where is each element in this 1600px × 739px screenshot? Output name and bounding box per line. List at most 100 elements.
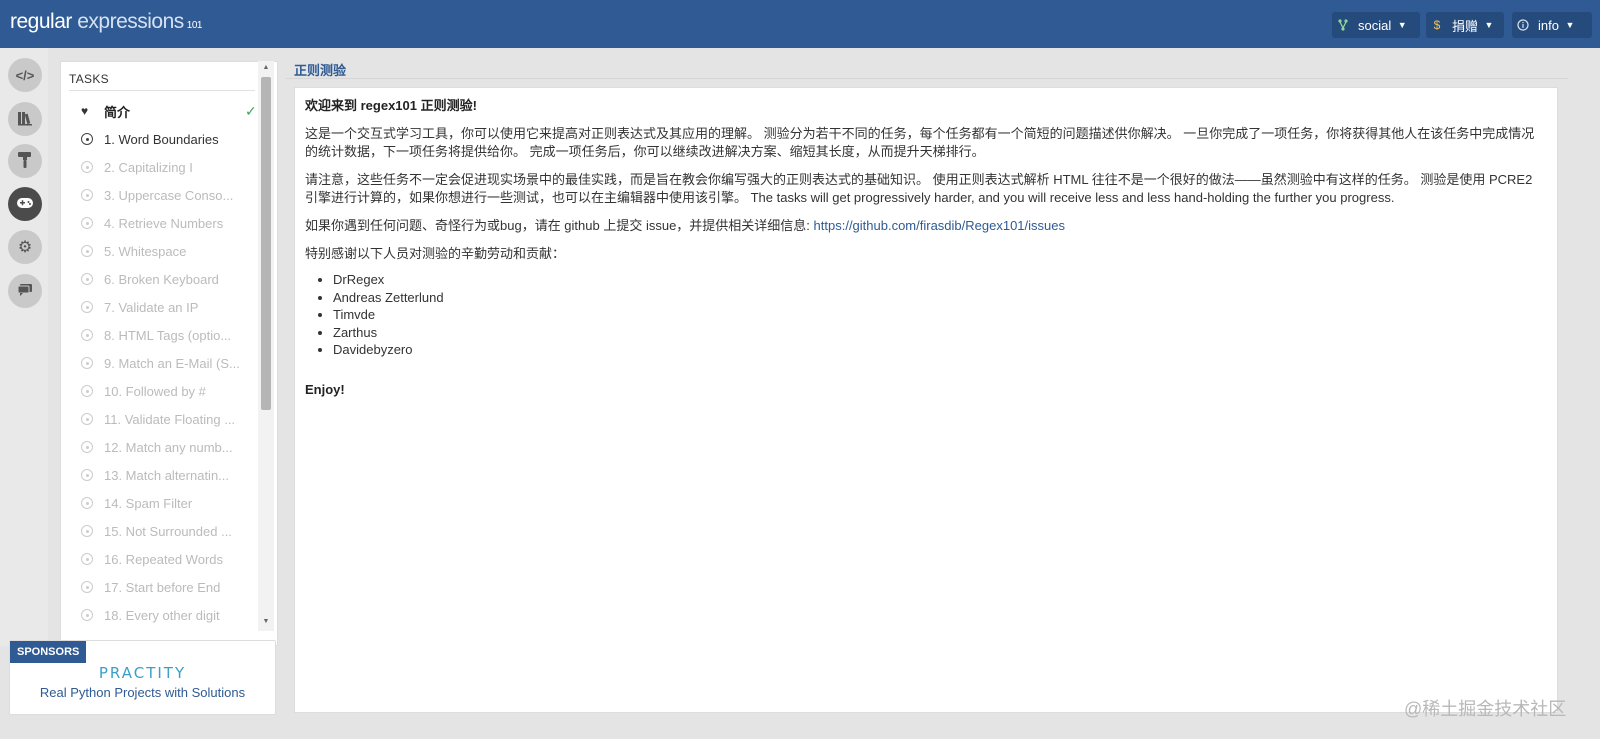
issue-text: 如果你遇到任何问题、奇怪行为或bug，请在 github 上提交 issue，并… — [305, 218, 814, 233]
target-icon — [81, 189, 93, 201]
contributors-list: DrRegex Andreas Zetterlund Timvde Zarthu… — [333, 271, 1547, 359]
scroll-up-arrow-icon[interactable]: ▲ — [258, 61, 274, 75]
tasks-title: TASKS — [69, 72, 109, 86]
target-icon — [81, 161, 93, 173]
task-item[interactable]: 14. Spam Filter — [81, 493, 277, 513]
code-editor-button[interactable]: </> — [8, 58, 42, 92]
settings-button[interactable]: ⚙ — [8, 230, 42, 264]
task-label: 6. Broken Keyboard — [104, 271, 219, 287]
target-icon — [81, 581, 93, 593]
github-issues-link[interactable]: https://github.com/firasdib/Regex101/iss… — [814, 218, 1065, 233]
list-item: Andreas Zetterlund — [333, 289, 1547, 307]
task-label: 15. Not Surrounded ... — [104, 523, 232, 539]
left-icon-rail: </> ⚙ — [0, 48, 48, 646]
task-label: 简介 — [104, 104, 131, 120]
task-item[interactable]: 8. HTML Tags (optio... — [81, 325, 277, 345]
target-icon — [81, 301, 93, 313]
info-label: info — [1538, 17, 1559, 33]
note-paragraph: 请注意，这些任务不一定会促进现实场景中的最佳实践，而是旨在教会你编写强大的正则表… — [305, 172, 1533, 205]
site-logo[interactable]: regular expressions 101 — [10, 10, 202, 34]
branch-icon — [1332, 12, 1354, 38]
scrollbar-thumb[interactable] — [261, 77, 271, 410]
task-label: 8. HTML Tags (optio... — [104, 327, 232, 343]
quiz-intro-content: 欢迎来到 regex101 正则测验! 这是一个交互式学习工具，你可以使用它来提… — [294, 87, 1558, 713]
task-label: 10. Followed by # — [104, 383, 206, 399]
task-label: 18. Every other digit — [104, 607, 220, 623]
tasks-scrollbar[interactable]: ▲ ▼ — [258, 61, 274, 631]
task-label: 4. Retrieve Numbers — [104, 215, 224, 231]
task-label: 7. Validate an IP — [104, 299, 199, 315]
thanks-paragraph: 特别感谢以下人员对测验的辛勤劳动和贡献： — [305, 246, 566, 261]
intro-paragraph: 这是一个交互式学习工具，你可以使用它来提高对正则表达式及其应用的理解。 测验分为… — [305, 126, 1535, 159]
logo-second-text: expressions — [77, 10, 184, 33]
task-label: 1. Word Boundaries — [104, 131, 219, 147]
target-icon — [81, 553, 93, 565]
donate-label: 捐赠 — [1452, 18, 1479, 34]
issue-paragraph: 如果你遇到任何问题、奇怪行为或bug，请在 github 上提交 issue，并… — [305, 217, 1547, 235]
chat-icon — [17, 283, 33, 300]
task-item[interactable]: 11. Validate Floating ... — [81, 409, 277, 429]
task-item[interactable]: 2. Capitalizing I — [81, 157, 277, 177]
task-label: 11. Validate Floating ... — [104, 411, 236, 427]
theme-button[interactable] — [8, 144, 42, 178]
target-icon — [81, 525, 93, 537]
task-item[interactable]: 13. Match alternatin... — [81, 465, 277, 485]
heart-icon: ♥ — [81, 104, 89, 118]
task-label: 17. Start before End — [104, 579, 221, 595]
task-item[interactable]: 3. Uppercase Conso... — [81, 185, 277, 205]
task-item[interactable]: 6. Broken Keyboard — [81, 269, 277, 289]
task-item[interactable]: 7. Validate an IP — [81, 297, 277, 317]
target-icon — [81, 245, 93, 257]
quiz-button[interactable] — [8, 187, 42, 221]
task-item[interactable]: 10. Followed by # — [81, 381, 277, 401]
divider — [69, 90, 255, 91]
list-item: Davidebyzero — [333, 341, 1547, 359]
task-item[interactable]: 1. Word Boundaries — [81, 129, 277, 149]
target-icon — [81, 385, 93, 397]
logo-suffix: 101 — [186, 20, 203, 31]
chevron-down-icon: ▼ — [1484, 20, 1494, 30]
library-button[interactable] — [8, 102, 42, 136]
list-item: Zarthus — [333, 324, 1547, 342]
task-item[interactable]: 4. Retrieve Numbers — [81, 213, 277, 233]
sponsors-box[interactable]: SPONSORS PRACTITY Real Python Projects w… — [9, 640, 276, 715]
page-title: 正则测验 — [294, 63, 347, 78]
community-button[interactable] — [8, 274, 42, 308]
check-icon: ✓ — [245, 103, 257, 119]
task-item[interactable]: 16. Repeated Words — [81, 549, 277, 569]
task-item[interactable]: 12. Match any numb... — [81, 437, 277, 457]
task-label: 14. Spam Filter — [104, 495, 193, 511]
target-icon — [81, 329, 93, 341]
target-icon — [81, 497, 93, 509]
sponsor-logo: PRACTITY — [98, 664, 187, 682]
target-icon — [81, 413, 93, 425]
gear-icon: ⚙ — [17, 239, 33, 256]
target-icon — [81, 609, 93, 621]
target-icon — [81, 133, 93, 145]
social-dropdown-button[interactable]: social ▼ — [1332, 12, 1420, 38]
task-item[interactable]: 9. Match an E-Mail (S... — [81, 353, 277, 373]
watermark: @稀土掘金技术社区 — [1404, 699, 1567, 719]
task-item[interactable]: 17. Start before End — [81, 577, 277, 597]
list-item: Timvde — [333, 306, 1547, 324]
target-icon — [81, 357, 93, 369]
task-item[interactable]: 18. Every other digit — [81, 605, 277, 625]
divider — [286, 78, 1568, 79]
task-label: 12. Match any numb... — [104, 439, 233, 455]
task-label: 9. Match an E-Mail (S... — [104, 355, 240, 371]
chevron-down-icon: ▼ — [1397, 20, 1407, 30]
info-dropdown-button[interactable]: info ▼ — [1512, 12, 1592, 38]
info-icon — [1512, 12, 1534, 38]
dollar-icon: $ — [1433, 18, 1441, 32]
task-item[interactable]: 5. Whitespace — [81, 241, 277, 261]
top-header: regular expressions 101 social ▼ $ 捐赠 ▼ i… — [0, 0, 1600, 48]
donate-dropdown-button[interactable]: $ 捐赠 ▼ — [1426, 12, 1504, 38]
task-item[interactable]: 15. Not Surrounded ... — [81, 521, 277, 541]
target-icon — [81, 441, 93, 453]
sponsor-text: Real Python Projects with Solutions — [39, 685, 246, 700]
gamepad-icon — [16, 197, 34, 212]
scroll-down-arrow-icon[interactable]: ▼ — [258, 615, 274, 629]
task-item-intro[interactable]: ♥ 简介 ✓ — [81, 101, 277, 121]
social-label: social — [1358, 17, 1392, 33]
sponsors-tag: SPONSORS — [10, 641, 87, 663]
